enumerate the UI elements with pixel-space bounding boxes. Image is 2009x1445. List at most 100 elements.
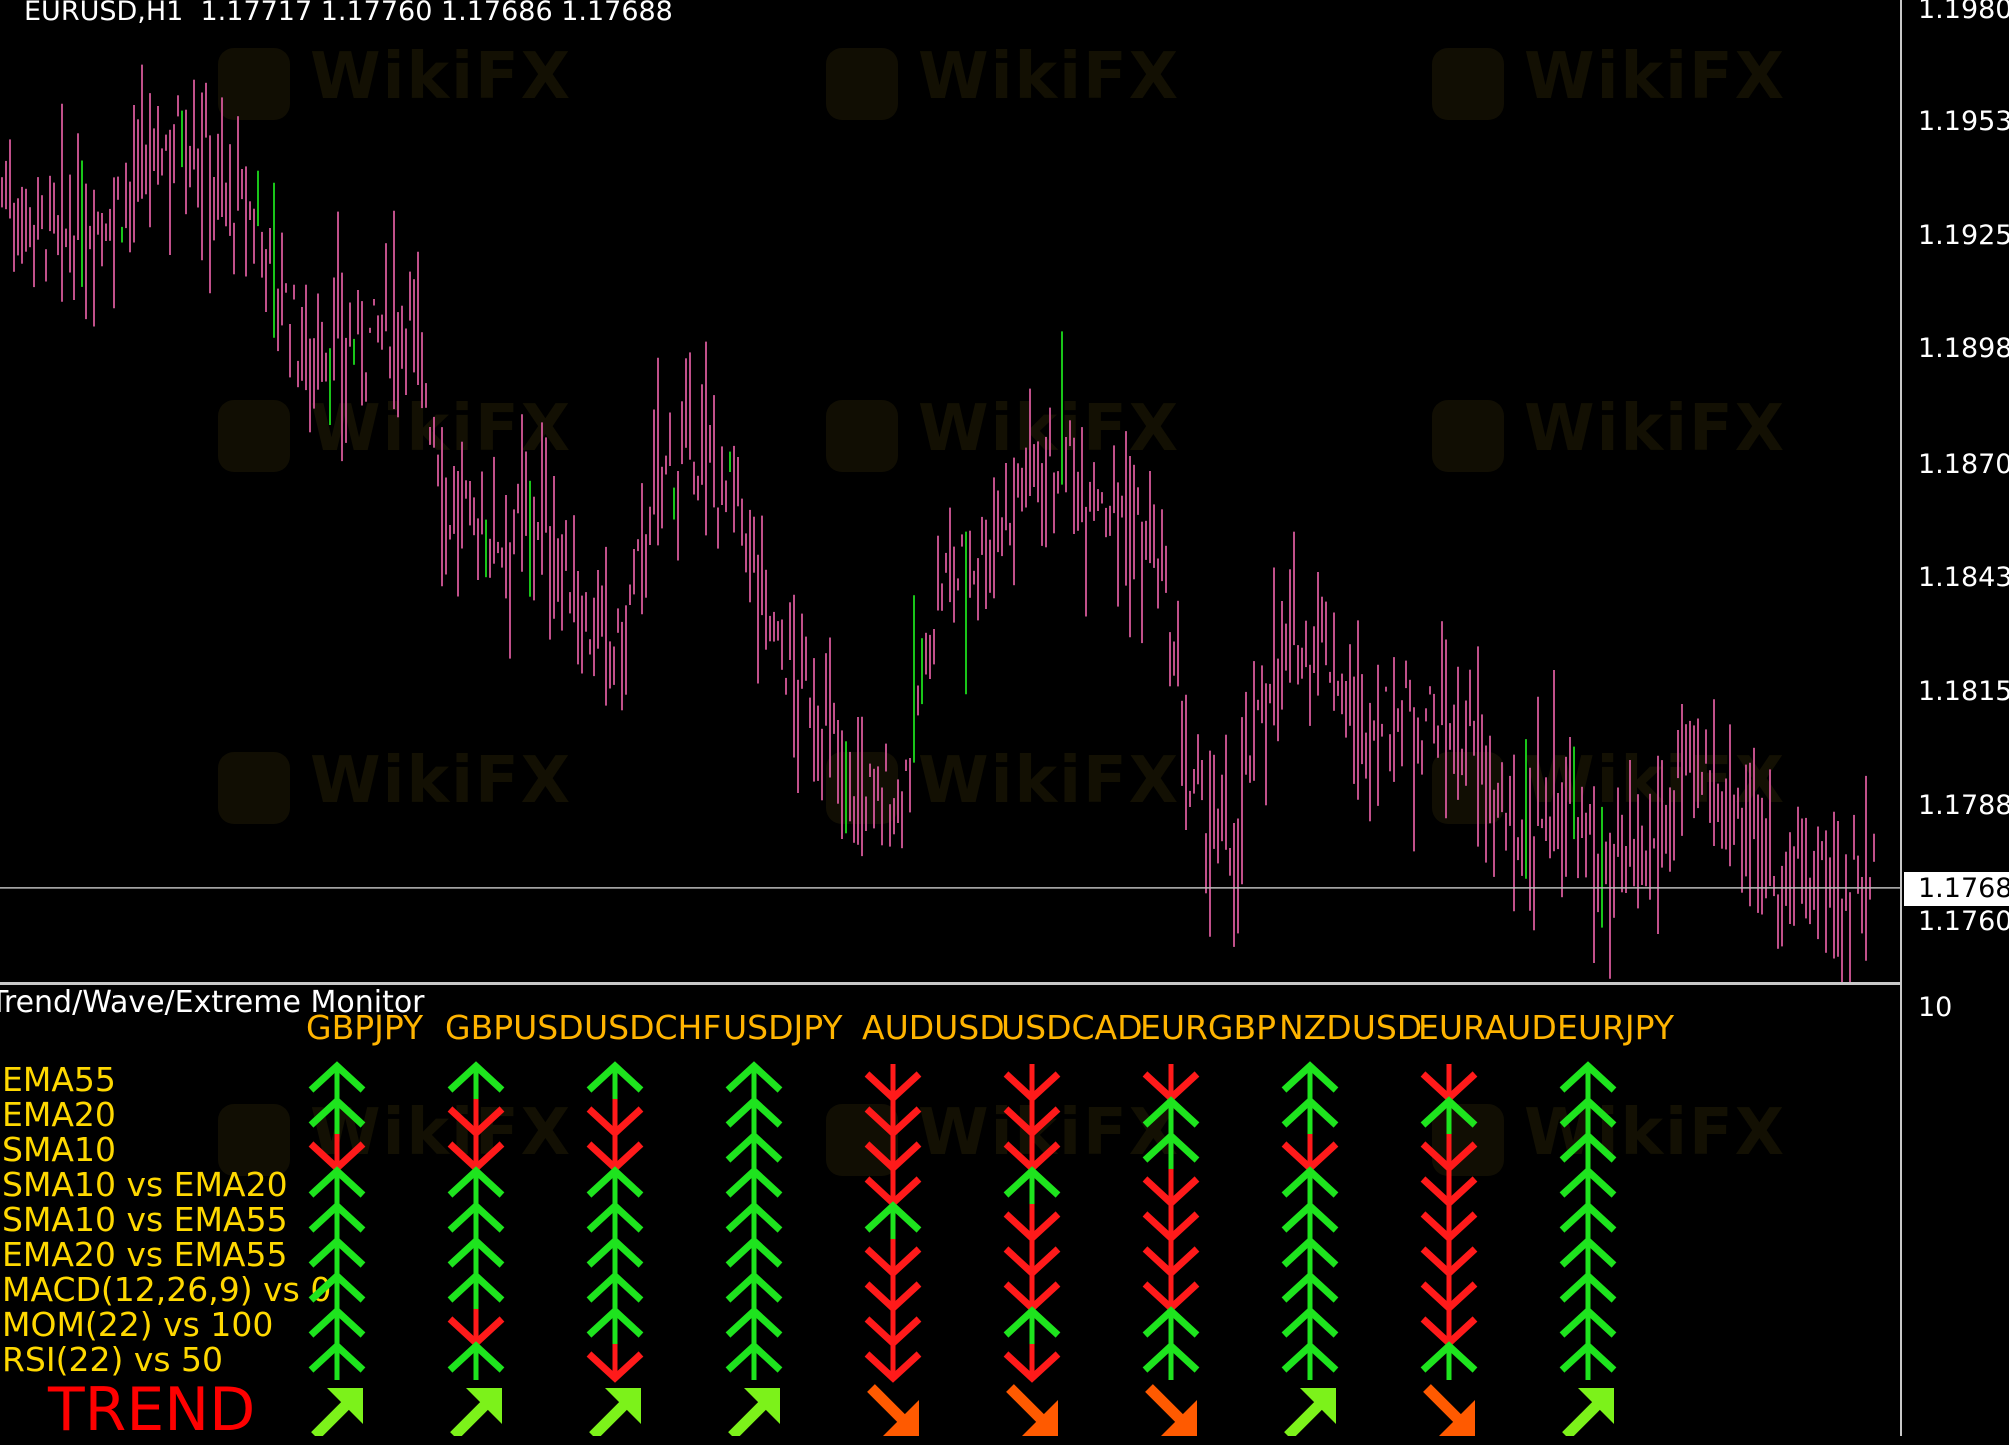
signal-up-arrow-icon <box>447 1236 505 1275</box>
trend-up-arrow-icon-gbpjpy <box>311 1388 363 1436</box>
signal-up-arrow-icon <box>308 1201 366 1240</box>
signal-down-arrow-icon <box>1420 1134 1478 1173</box>
signal-down-arrow-icon <box>864 1134 922 1173</box>
signal-down-arrow-icon <box>1420 1239 1478 1278</box>
signal-up-arrow-icon <box>447 1201 505 1240</box>
trend-down-arrow-icon-usdcad <box>1006 1384 1058 1436</box>
signal-up-arrow-icon <box>447 1271 505 1310</box>
signal-up-arrow-icon <box>725 1236 783 1275</box>
signal-up-arrow-icon <box>1281 1341 1339 1380</box>
signal-up-arrow-icon <box>1142 1341 1200 1380</box>
signal-down-arrow-icon <box>447 1099 505 1138</box>
trend-down-arrow-icon-euraud <box>1423 1384 1475 1436</box>
signal-down-arrow-icon <box>586 1099 644 1138</box>
signal-down-arrow-icon <box>447 1309 505 1348</box>
signal-down-arrow-icon <box>586 1344 644 1383</box>
signal-up-arrow-icon <box>1281 1306 1339 1345</box>
signal-down-arrow-icon <box>1142 1064 1200 1103</box>
signal-down-arrow-icon <box>1142 1169 1200 1208</box>
signal-up-arrow-icon <box>586 1201 644 1240</box>
signal-down-arrow-icon <box>586 1134 644 1173</box>
signal-up-arrow-icon <box>308 1096 366 1135</box>
signal-up-arrow-icon <box>725 1306 783 1345</box>
signal-down-arrow-icon <box>864 1274 922 1313</box>
trend-up-arrow-icon-gbpusd <box>450 1388 502 1436</box>
signal-up-arrow-icon <box>308 1236 366 1275</box>
signal-up-arrow-icon <box>308 1306 366 1345</box>
signal-up-arrow-icon <box>308 1061 366 1100</box>
signal-down-arrow-icon <box>1420 1309 1478 1348</box>
signal-down-arrow-icon <box>1420 1169 1478 1208</box>
signal-down-arrow-icon <box>864 1239 922 1278</box>
signal-up-arrow-icon <box>725 1096 783 1135</box>
signal-up-arrow-icon <box>725 1131 783 1170</box>
signal-up-arrow-icon <box>1559 1166 1617 1205</box>
signal-down-arrow-icon <box>864 1169 922 1208</box>
signal-up-arrow-icon <box>447 1341 505 1380</box>
signal-up-arrow-icon <box>1003 1306 1061 1345</box>
signal-down-arrow-icon <box>864 1064 922 1103</box>
signal-down-arrow-icon <box>864 1309 922 1348</box>
signal-up-arrow-icon <box>1142 1306 1200 1345</box>
signal-down-arrow-icon <box>1420 1204 1478 1243</box>
signal-up-arrow-icon <box>1559 1306 1617 1345</box>
signal-down-arrow-icon <box>864 1344 922 1383</box>
trend-up-arrow-icon-usdjpy <box>728 1388 780 1436</box>
trend-down-arrow-icon-eurgbp <box>1145 1384 1197 1436</box>
signal-up-arrow-icon <box>1559 1096 1617 1135</box>
signal-up-arrow-icon <box>1559 1061 1617 1100</box>
signal-down-arrow-icon <box>1003 1099 1061 1138</box>
signal-down-arrow-icon <box>1420 1274 1478 1313</box>
signal-down-arrow-icon <box>1142 1239 1200 1278</box>
signal-down-arrow-icon <box>1142 1274 1200 1313</box>
signal-up-arrow-icon <box>725 1166 783 1205</box>
signal-down-arrow-icon <box>1281 1134 1339 1173</box>
signal-up-arrow-icon <box>1559 1131 1617 1170</box>
signal-down-arrow-icon <box>1142 1204 1200 1243</box>
trend-up-arrow-icon-nzdusd <box>1284 1388 1336 1436</box>
signal-up-arrow-icon <box>1142 1096 1200 1135</box>
signal-up-arrow-icon <box>447 1061 505 1100</box>
trend-down-arrow-icon-audusd <box>867 1384 919 1436</box>
signal-up-arrow-icon <box>586 1306 644 1345</box>
signal-up-arrow-icon <box>725 1061 783 1100</box>
signal-up-arrow-icon <box>1559 1236 1617 1275</box>
signal-down-arrow-icon <box>864 1099 922 1138</box>
signal-up-arrow-icon <box>1281 1271 1339 1310</box>
signal-down-arrow-icon <box>1003 1344 1061 1383</box>
signal-up-arrow-icon <box>308 1271 366 1310</box>
signal-up-arrow-icon <box>447 1166 505 1205</box>
signal-up-arrow-icon <box>1281 1096 1339 1135</box>
signal-up-arrow-icon <box>1420 1341 1478 1380</box>
signal-up-arrow-icon <box>1281 1236 1339 1275</box>
signal-down-arrow-icon <box>1420 1064 1478 1103</box>
signal-up-arrow-icon <box>308 1166 366 1205</box>
signal-up-arrow-icon <box>1281 1061 1339 1100</box>
trend-up-arrow-icon-eurjpy <box>1562 1388 1614 1436</box>
signal-up-arrow-icon <box>586 1166 644 1205</box>
signal-down-arrow-icon <box>308 1134 366 1173</box>
signal-up-arrow-icon <box>586 1236 644 1275</box>
signal-up-arrow-icon <box>1142 1131 1200 1170</box>
signal-up-arrow-icon <box>1281 1201 1339 1240</box>
signal-up-arrow-icon <box>725 1271 783 1310</box>
signal-down-arrow-icon <box>1003 1239 1061 1278</box>
signal-up-arrow-icon <box>1559 1341 1617 1380</box>
signal-up-arrow-icon <box>864 1201 922 1240</box>
signal-up-arrow-icon <box>1003 1166 1061 1205</box>
signal-down-arrow-icon <box>1003 1064 1061 1103</box>
signal-up-arrow-icon <box>586 1061 644 1100</box>
trend-up-arrow-icon-usdchf <box>589 1388 641 1436</box>
signal-up-arrow-icon <box>725 1341 783 1380</box>
signal-down-arrow-icon <box>1003 1134 1061 1173</box>
signal-grid <box>308 1061 1617 1436</box>
signal-up-arrow-icon <box>725 1201 783 1240</box>
signal-down-arrow-icon <box>447 1134 505 1173</box>
signal-up-arrow-icon <box>1559 1271 1617 1310</box>
signal-down-arrow-icon <box>1003 1274 1061 1313</box>
signal-up-arrow-icon <box>1281 1166 1339 1205</box>
signal-up-arrow-icon <box>308 1341 366 1380</box>
signal-down-arrow-icon <box>1003 1204 1061 1243</box>
signal-up-arrow-icon <box>1420 1096 1478 1135</box>
signal-up-arrow-icon <box>1559 1201 1617 1240</box>
